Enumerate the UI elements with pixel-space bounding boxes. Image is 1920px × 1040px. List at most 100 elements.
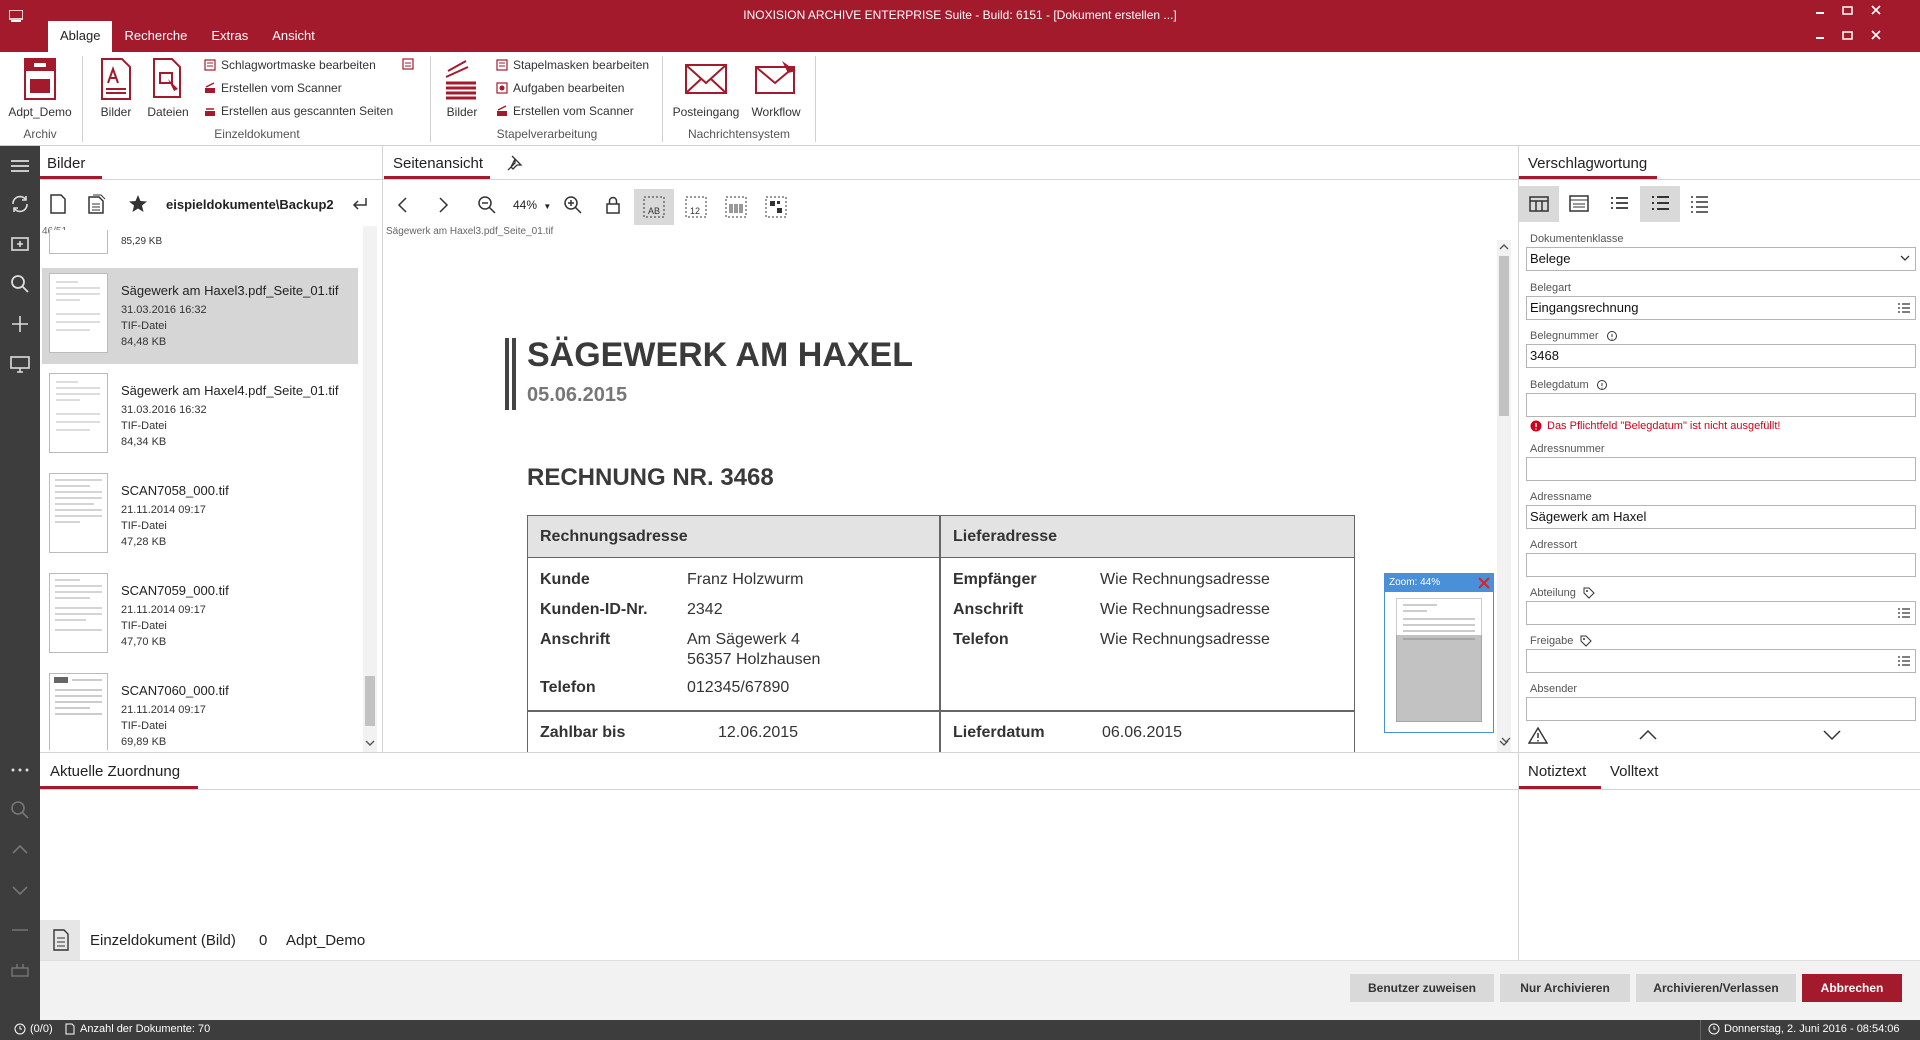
new-document-icon[interactable]: [48, 193, 68, 215]
ocr-number-tool-icon[interactable]: 12: [684, 195, 708, 219]
belegdatum-field[interactable]: [1526, 393, 1916, 417]
belegnummer-field[interactable]: 3468: [1526, 344, 1916, 368]
zuordnung-doc-icon[interactable]: [40, 920, 80, 960]
einzel-bilder-button[interactable]: Bilder: [92, 57, 140, 119]
add-icon[interactable]: [8, 312, 32, 336]
chevron-up-icon[interactable]: [1498, 242, 1510, 252]
chevron-down-icon[interactable]: [364, 738, 376, 748]
next-page-icon[interactable]: [436, 196, 450, 214]
stapel-scanner-button[interactable]: Erstellen vom Scanner: [496, 104, 634, 118]
adpt-demo-button[interactable]: Adpt_Demo: [4, 57, 76, 119]
erstellen-scanner-button[interactable]: Erstellen vom Scanner: [204, 81, 342, 95]
close-icon[interactable]: [1477, 576, 1491, 590]
workflow-button[interactable]: Workflow: [746, 57, 806, 119]
schlagwortmaske-button[interactable]: Schlagwortmaske bearbeiten: [204, 58, 376, 72]
thumbnail-partial[interactable]: [49, 230, 108, 254]
refresh-icon[interactable]: [8, 192, 32, 216]
tab-ansicht[interactable]: Ansicht: [260, 21, 327, 52]
chevron-up-icon[interactable]: [1638, 728, 1658, 742]
benutzer-zuweisen-button[interactable]: Benutzer zuweisen: [1350, 974, 1494, 1002]
zoom-level-select[interactable]: 44% ▼: [513, 198, 551, 212]
nur-archivieren-button[interactable]: Nur Archivieren: [1500, 974, 1630, 1002]
more-icon[interactable]: [8, 758, 32, 782]
monitor-icon[interactable]: [8, 352, 32, 376]
belegart-field[interactable]: Eingangsrechnung: [1526, 296, 1916, 320]
tab-ablage[interactable]: Ablage: [48, 21, 113, 52]
list-item[interactable]: SCAN7060_000.tif 21.11.2014 09:17 TIF-Da…: [42, 668, 358, 750]
barcode-tool-icon[interactable]: [724, 195, 748, 219]
absender-field[interactable]: [1526, 697, 1916, 721]
adressnummer-field[interactable]: [1526, 457, 1916, 481]
folder-path[interactable]: eispieldokumente\Backup2: [166, 197, 334, 212]
status-datetime: Donnerstag, 2. Juni 2016 - 08:54:06: [1708, 1023, 1900, 1035]
list-select-icon[interactable]: [1897, 302, 1911, 314]
pin-icon[interactable]: [505, 154, 523, 172]
freigabe-field[interactable]: [1526, 649, 1916, 673]
scrollbar-thumb[interactable]: [1499, 256, 1509, 416]
document-page[interactable]: SÄGEWERK AM HAXEL 05.06.2015 RECHNUNG NR…: [388, 244, 1498, 752]
favorites-icon[interactable]: [128, 193, 150, 215]
view-detail-list-icon[interactable]: [1640, 186, 1680, 222]
ocr-text-tool-icon[interactable]: AB: [634, 189, 674, 225]
item-size: 69,89 KB: [121, 736, 167, 748]
info-icon[interactable]: [1596, 379, 1608, 391]
warning-icon[interactable]: [1528, 726, 1548, 744]
hamburger-menu-icon[interactable]: [8, 154, 32, 178]
view-compact-list-icon[interactable]: [1687, 193, 1711, 215]
tab-recherche[interactable]: Recherche: [112, 21, 199, 52]
list-select-icon[interactable]: [1897, 607, 1911, 619]
item-size: 84,48 KB: [121, 336, 167, 348]
close-icon[interactable]: [1862, 0, 1890, 20]
back-arrow-icon[interactable]: [350, 195, 370, 213]
zoom-in-icon[interactable]: [563, 195, 583, 215]
posteingang-button[interactable]: Posteingang: [670, 57, 742, 119]
previous-page-icon[interactable]: [396, 196, 410, 214]
adressort-field[interactable]: [1526, 553, 1916, 577]
thumbnail-scrollbar[interactable]: [363, 226, 377, 752]
viewer-scrollbar[interactable]: [1497, 240, 1511, 752]
qr-code-tool-icon[interactable]: [764, 195, 788, 219]
close-icon[interactable]: [1862, 26, 1890, 46]
chevron-down-icon[interactable]: [1822, 728, 1842, 742]
list-item[interactable]: Sägewerk am Haxel4.pdf_Seite_01.tif 31.0…: [42, 368, 358, 464]
search-icon[interactable]: [8, 272, 32, 296]
tray-icon: [8, 958, 32, 982]
list-item[interactable]: SCAN7059_000.tif 21.11.2014 09:17 TIF-Da…: [42, 568, 358, 664]
abteilung-field[interactable]: [1526, 601, 1916, 625]
view-form-icon[interactable]: [1567, 193, 1591, 215]
restore-icon[interactable]: [1834, 26, 1862, 46]
view-grid-icon[interactable]: [1519, 186, 1559, 222]
minimize-icon[interactable]: [1806, 0, 1834, 20]
dokumentenklasse-label: Dokumentenklasse: [1530, 233, 1624, 245]
list-select-icon[interactable]: [1897, 655, 1911, 667]
title-bar: INOXISION ARCHIVE ENTERPRISE Suite - Bui…: [0, 0, 1920, 52]
tab-volltext[interactable]: Volltext: [1610, 763, 1658, 780]
view-list-icon[interactable]: [1607, 193, 1631, 215]
zoom-navigator-viewport[interactable]: [1396, 635, 1482, 722]
import-icon[interactable]: [8, 232, 32, 256]
lock-icon[interactable]: [604, 195, 622, 215]
minimize-icon[interactable]: [1806, 26, 1834, 46]
info-icon[interactable]: [1606, 330, 1618, 342]
dokumentenklasse-select[interactable]: Belege: [1526, 247, 1916, 271]
erstellen-gescannt-button[interactable]: Erstellen aus gescannten Seiten: [204, 104, 393, 118]
tab-notiztext[interactable]: Notiztext: [1528, 763, 1586, 780]
zoom-out-icon[interactable]: [477, 195, 497, 215]
stapelmasken-button[interactable]: Stapelmasken bearbeiten: [496, 58, 649, 72]
list-item[interactable]: Sägewerk am Haxel3.pdf_Seite_01.tif 31.0…: [42, 268, 358, 364]
stapel-bilder-button[interactable]: Bilder: [438, 57, 486, 119]
abbrechen-button[interactable]: Abbrechen: [1802, 974, 1902, 1002]
documents-icon[interactable]: [86, 193, 108, 215]
chevron-down-icon: [1899, 253, 1911, 263]
archivieren-verlassen-button[interactable]: Archivieren/Verlassen: [1636, 974, 1796, 1002]
list-item[interactable]: SCAN7058_000.tif 21.11.2014 09:17 TIF-Da…: [42, 468, 358, 564]
adressname-field[interactable]: Sägewerk am Haxel: [1526, 505, 1916, 529]
aufgaben-button[interactable]: Aufgaben bearbeiten: [496, 81, 624, 95]
zoom-navigator[interactable]: Zoom: 44%: [1384, 573, 1494, 733]
einzel-dateien-button[interactable]: Dateien: [144, 57, 192, 119]
chevron-down-icon[interactable]: [1501, 736, 1511, 744]
scrollbar-thumb[interactable]: [365, 676, 375, 726]
tab-extras[interactable]: Extras: [199, 21, 260, 52]
restore-icon[interactable]: [1834, 0, 1862, 20]
extra-doc-icon[interactable]: [402, 58, 414, 70]
